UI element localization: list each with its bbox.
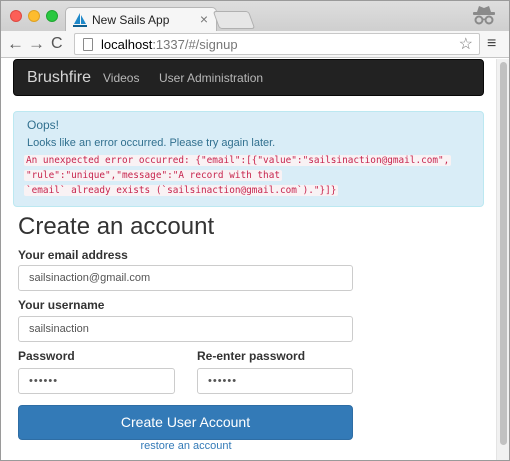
password-label: Password — [18, 349, 75, 363]
reload-icon[interactable]: C — [51, 34, 63, 54]
page-icon — [83, 38, 93, 51]
restore-account-link[interactable]: restore an account — [1, 440, 371, 452]
alert-title: Oops! — [27, 118, 60, 132]
confirm-password-label: Re-enter password — [197, 349, 306, 363]
confirm-password-field[interactable]: •••••• — [197, 368, 353, 394]
username-field[interactable]: sailsinaction — [18, 316, 353, 342]
incognito-icon — [473, 6, 495, 25]
bookmark-star-icon[interactable]: ☆ — [459, 34, 473, 54]
window-maximize-button[interactable] — [46, 10, 58, 22]
url-text: localhost:1337/#/signup — [101, 37, 238, 52]
address-bar[interactable]: localhost:1337/#/signup ☆ — [74, 33, 480, 55]
username-label: Your username — [18, 298, 105, 312]
error-detail: An unexpected error occurred: {"email":[… — [24, 153, 479, 198]
error-line: `email` already exists (`sailsinaction@g… — [24, 185, 339, 196]
create-user-account-button[interactable]: Create User Account — [18, 405, 353, 440]
password-field[interactable]: •••••• — [18, 368, 175, 394]
sailboat-icon — [73, 13, 87, 27]
window-minimize-button[interactable] — [28, 10, 40, 22]
error-line: "rule":"unique","message":"A record with… — [24, 170, 282, 181]
site-navbar: Brushfire Videos User Administration — [13, 59, 484, 96]
forward-arrow-icon[interactable]: → — [28, 34, 45, 54]
page-title: Create an account — [18, 213, 215, 240]
error-alert: Oops! Looks like an error occurred. Plea… — [13, 111, 484, 207]
nav-item-user-administration[interactable]: User Administration — [159, 71, 263, 85]
tab-strip: New Sails App × — [1, 1, 509, 32]
back-arrow-icon[interactable]: ← — [7, 34, 24, 54]
tab-close-icon[interactable]: × — [200, 11, 208, 27]
error-line: An unexpected error occurred: {"email":[… — [24, 155, 452, 166]
nav-item-videos[interactable]: Videos — [103, 71, 139, 85]
email-field[interactable]: sailsinaction@gmail.com — [18, 265, 353, 291]
window-close-button[interactable] — [10, 10, 22, 22]
email-label: Your email address — [18, 248, 128, 262]
new-tab-button[interactable] — [212, 11, 256, 29]
page-viewport: Brushfire Videos User Administration Oop… — [1, 59, 509, 460]
browser-window: New Sails App × ← → C localhost:1337/#/s… — [0, 0, 510, 461]
scrollbar-thumb[interactable] — [500, 62, 507, 445]
alert-message: Looks like an error occurred. Please try… — [27, 137, 276, 149]
brand-link[interactable]: Brushfire — [27, 69, 91, 87]
browser-toolbar: ← → C localhost:1337/#/signup ☆ ≡ — [1, 31, 509, 58]
scrollbar[interactable] — [496, 59, 509, 460]
tab-title: New Sails App — [92, 13, 170, 27]
browser-tab[interactable]: New Sails App × — [65, 7, 217, 32]
menu-icon[interactable]: ≡ — [487, 35, 496, 53]
